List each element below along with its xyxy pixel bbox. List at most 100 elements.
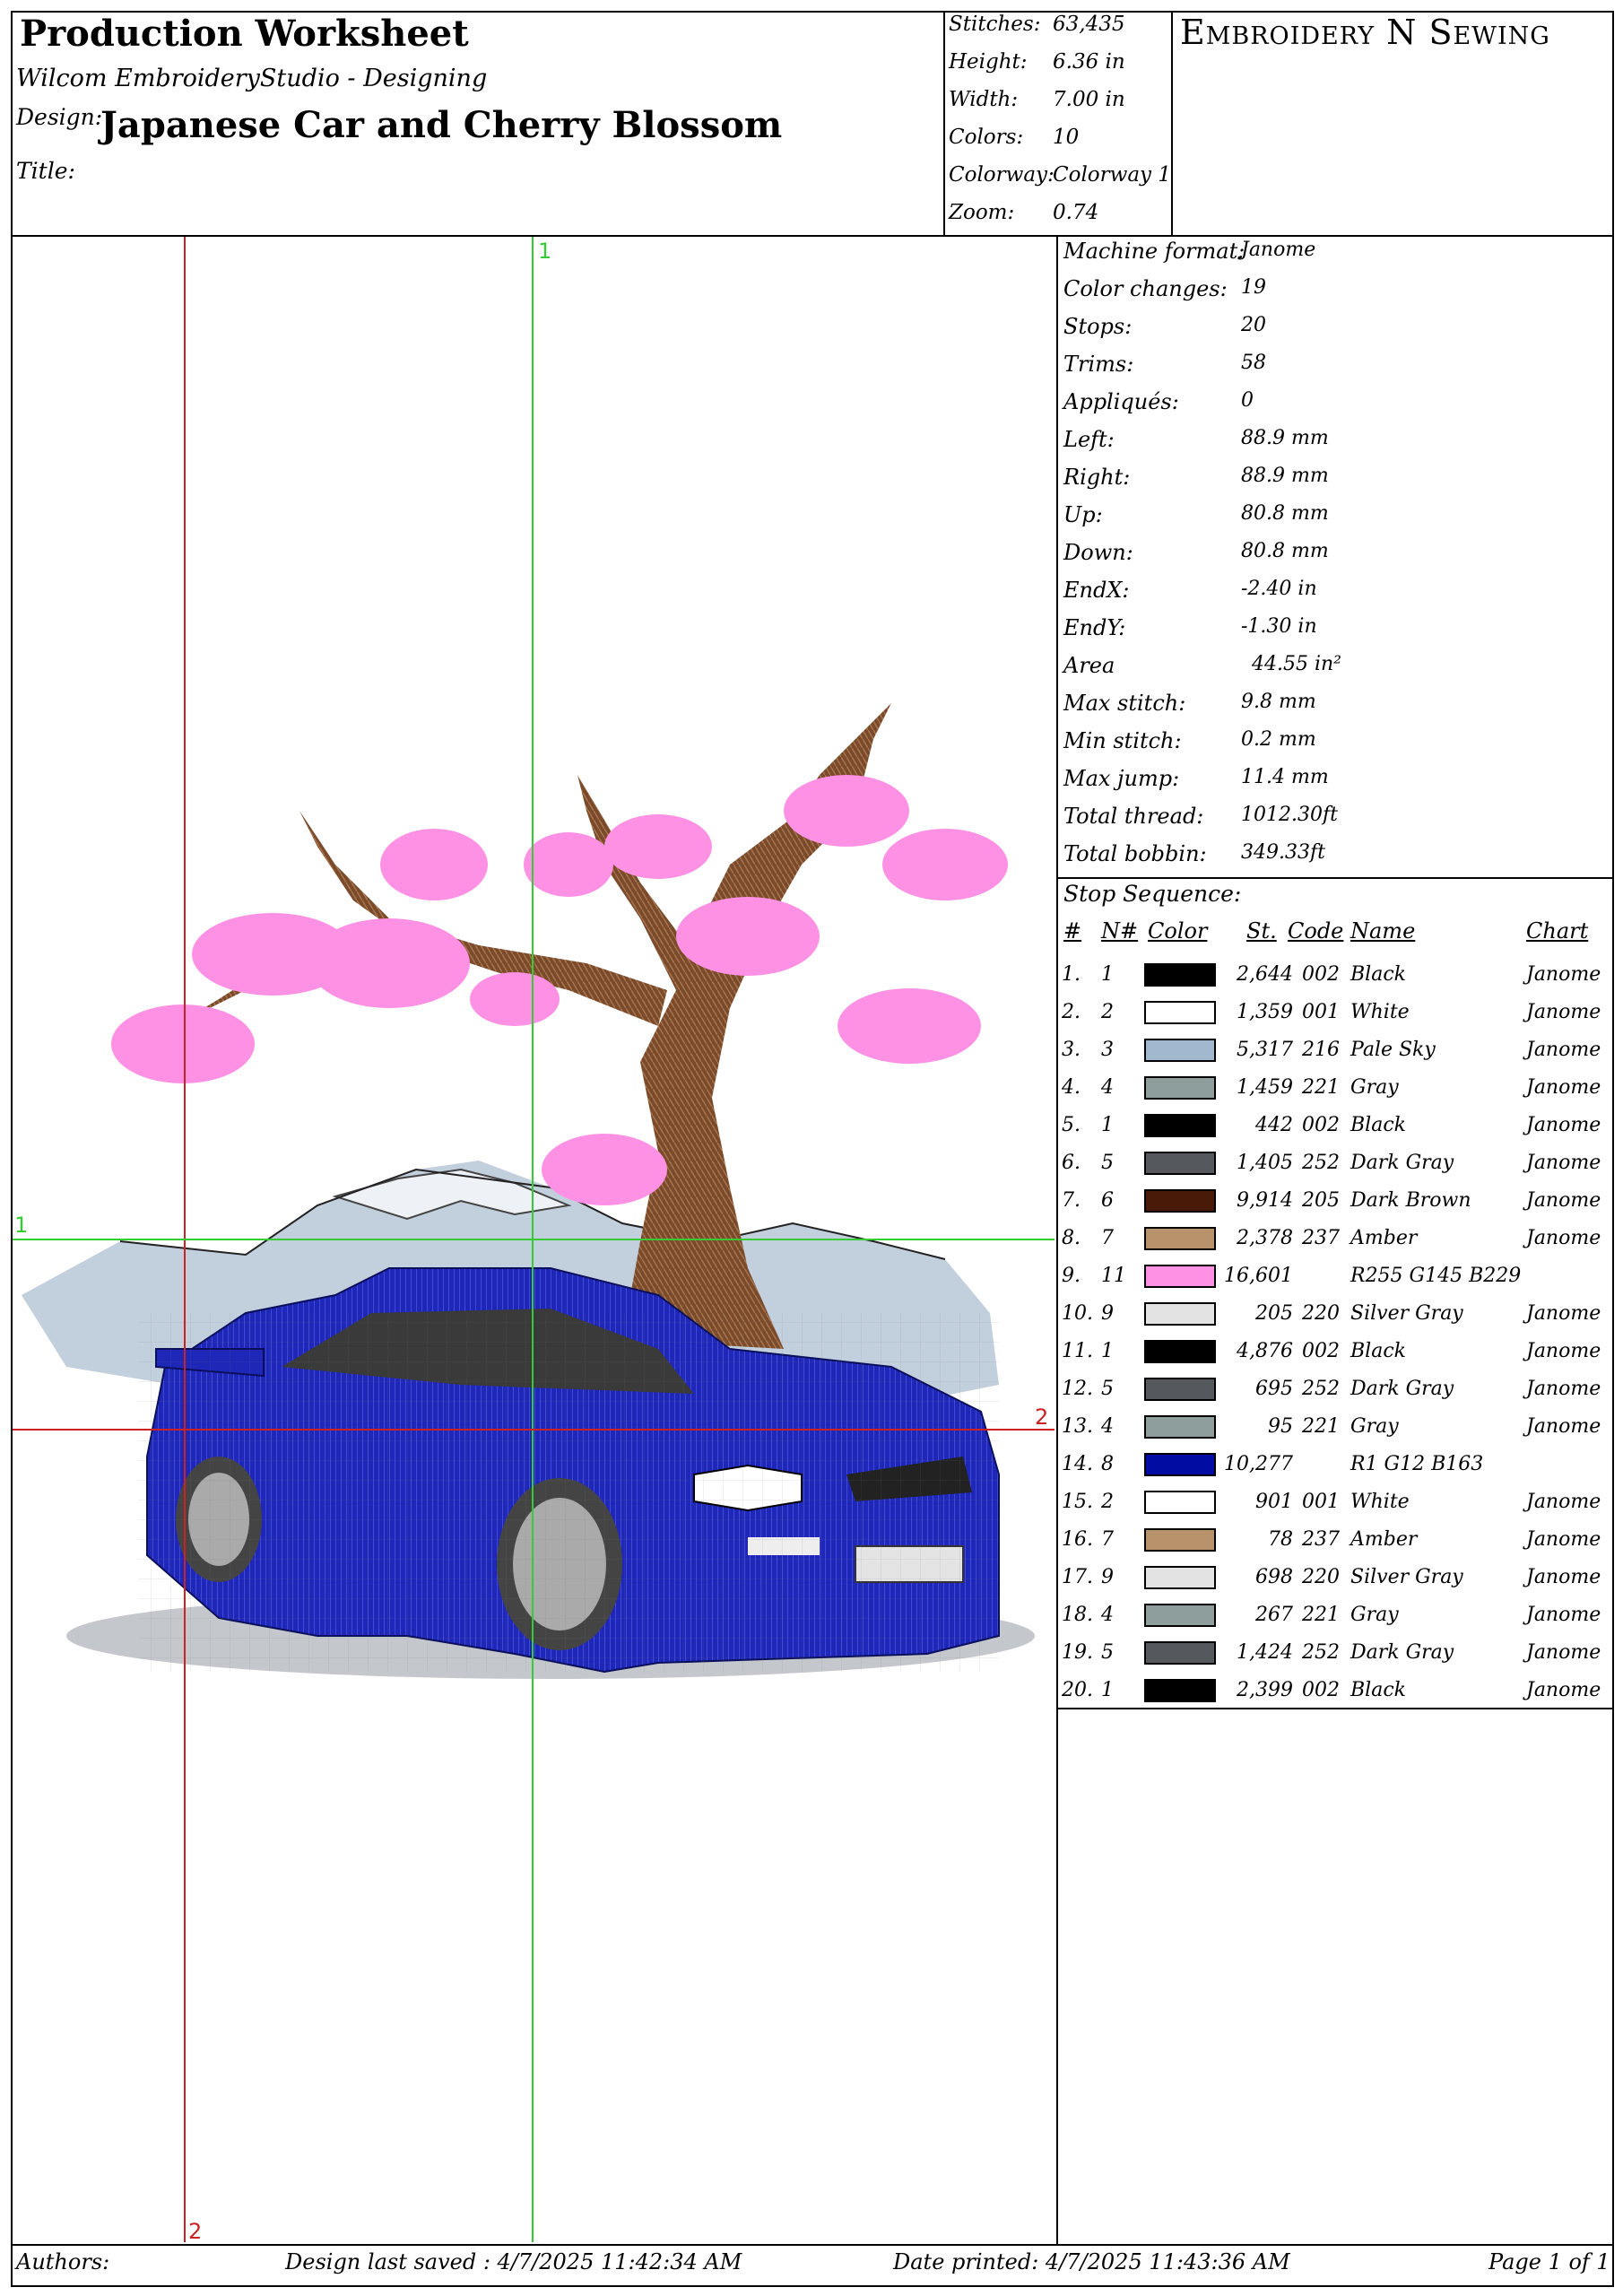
row-code: 237 <box>1302 1528 1340 1551</box>
info-label: Max stitch: <box>1063 691 1186 716</box>
color-swatch <box>1144 1189 1216 1213</box>
info-label: EndY: <box>1063 615 1126 640</box>
stop-sequence-top-divider <box>1056 877 1614 879</box>
software-name: Wilcom EmbroideryStudio - Designing <box>16 65 488 92</box>
row-thread-name: R255 G145 B229 <box>1350 1265 1522 1287</box>
row-chart: Janome <box>1526 1566 1601 1588</box>
table-row: 7. 6 9,914 205 Dark Brown Janome <box>1062 1182 1610 1220</box>
colors-value: 10 <box>1053 126 1080 149</box>
info-value: 58 <box>1241 352 1266 374</box>
stitches-value: 63,435 <box>1053 13 1125 36</box>
row-chart: Janome <box>1526 963 1601 986</box>
row-needle: 1 <box>1101 1340 1114 1362</box>
row-needle: 1 <box>1101 1679 1114 1701</box>
table-row: 18. 4 267 221 Gray Janome <box>1062 1596 1610 1634</box>
height-value: 6.36 in <box>1053 50 1125 74</box>
header-col-divider-1 <box>943 11 945 235</box>
row-needle: 4 <box>1101 1604 1114 1626</box>
row-needle: 9 <box>1101 1302 1114 1325</box>
row-needle: 8 <box>1101 1453 1114 1475</box>
height-label: Height: <box>949 50 1028 74</box>
color-swatch <box>1144 1604 1216 1627</box>
col-header-needle: N# <box>1101 918 1139 944</box>
col-header-chart: Chart <box>1526 918 1589 944</box>
table-row: 8. 7 2,378 237 Amber Janome <box>1062 1220 1610 1257</box>
color-swatch <box>1144 1679 1216 1702</box>
cherry-blossoms <box>111 775 1008 1205</box>
info-label: Appliqués: <box>1063 389 1179 414</box>
row-index: 6. <box>1062 1152 1081 1174</box>
table-row: 20. 1 2,399 002 Black Janome <box>1062 1672 1610 1709</box>
row-index: 12. <box>1062 1378 1093 1400</box>
info-label: Up: <box>1063 502 1103 527</box>
row-chart: Janome <box>1526 1641 1601 1664</box>
design-preview <box>13 237 1055 2242</box>
info-value: 80.8 mm <box>1241 502 1329 525</box>
zoom-value: 0.74 <box>1053 201 1099 224</box>
header-col-divider-2 <box>1171 11 1173 235</box>
row-needle: 1 <box>1101 963 1114 986</box>
row-thread-name: White <box>1350 1001 1410 1023</box>
row-thread-name: Amber <box>1350 1227 1418 1249</box>
row-stitches: 2,378 <box>1237 1227 1293 1249</box>
row-chart: Janome <box>1526 1528 1601 1551</box>
row-index: 3. <box>1062 1039 1081 1061</box>
info-value: 88.9 mm <box>1241 465 1329 487</box>
zoom-label: Zoom: <box>949 201 1015 224</box>
row-thread-name: R1 G12 B163 <box>1350 1453 1484 1475</box>
row-code: 002 <box>1302 1114 1340 1136</box>
row-index: 20. <box>1062 1679 1093 1701</box>
design-name: Japanese Car and Cherry Blossom <box>100 104 783 146</box>
col-header-idx: # <box>1063 918 1082 944</box>
row-needle: 3 <box>1101 1039 1114 1061</box>
info-label: Total thread: <box>1063 804 1204 829</box>
info-value: 1012.30ft <box>1241 804 1338 826</box>
row-thread-name: Pale Sky <box>1350 1039 1436 1061</box>
col-header-code: Code <box>1288 918 1344 944</box>
stitches-label: Stitches: <box>949 13 1041 36</box>
guide-marker-h1: 1 <box>14 1213 29 1238</box>
info-value: 20 <box>1241 314 1266 336</box>
color-swatch <box>1144 1566 1216 1589</box>
row-thread-name: Black <box>1350 963 1406 986</box>
table-row: 13. 4 95 221 Gray Janome <box>1062 1408 1610 1446</box>
row-chart: Janome <box>1526 1491 1601 1513</box>
row-chart: Janome <box>1526 1001 1601 1023</box>
table-row: 4. 4 1,459 221 Gray Janome <box>1062 1069 1610 1107</box>
row-index: 5. <box>1062 1114 1081 1136</box>
info-value: -1.30 in <box>1241 615 1317 638</box>
row-thread-name: Gray <box>1350 1076 1399 1099</box>
info-label: Down: <box>1063 540 1133 565</box>
row-index: 2. <box>1062 1001 1081 1023</box>
row-index: 8. <box>1062 1227 1081 1249</box>
row-stitches: 267 <box>1255 1604 1293 1626</box>
guide-marker-v2: 2 <box>188 2219 203 2244</box>
row-code: 001 <box>1302 1001 1340 1023</box>
row-code: 220 <box>1302 1302 1340 1325</box>
row-index: 11. <box>1062 1340 1093 1362</box>
row-stitches: 4,876 <box>1237 1340 1293 1362</box>
row-code: 221 <box>1302 1604 1340 1626</box>
color-swatch <box>1144 1114 1216 1137</box>
color-swatch <box>1144 1265 1216 1288</box>
row-thread-name: Dark Brown <box>1350 1189 1471 1212</box>
guide-marker-v1: 1 <box>538 239 552 264</box>
row-thread-name: Black <box>1350 1679 1406 1701</box>
row-thread-name: Black <box>1350 1340 1406 1362</box>
row-stitches: 78 <box>1268 1528 1293 1551</box>
color-swatch <box>1144 1528 1216 1552</box>
info-label: EndX: <box>1063 578 1130 603</box>
row-chart: Janome <box>1526 1076 1601 1099</box>
info-label: Area <box>1063 653 1115 678</box>
row-code: 002 <box>1302 1340 1340 1362</box>
info-label: Max jump: <box>1063 766 1180 791</box>
guide-lines <box>13 237 1055 2242</box>
row-stitches: 2,399 <box>1237 1679 1293 1701</box>
row-thread-name: Black <box>1350 1114 1406 1136</box>
info-label: Stops: <box>1063 314 1133 339</box>
car <box>138 1267 1000 1674</box>
row-needle: 9 <box>1101 1566 1114 1588</box>
colorway-value: Colorway 1 <box>1053 163 1171 187</box>
row-index: 1. <box>1062 963 1081 986</box>
worksheet-title: Production Worksheet <box>20 13 469 55</box>
